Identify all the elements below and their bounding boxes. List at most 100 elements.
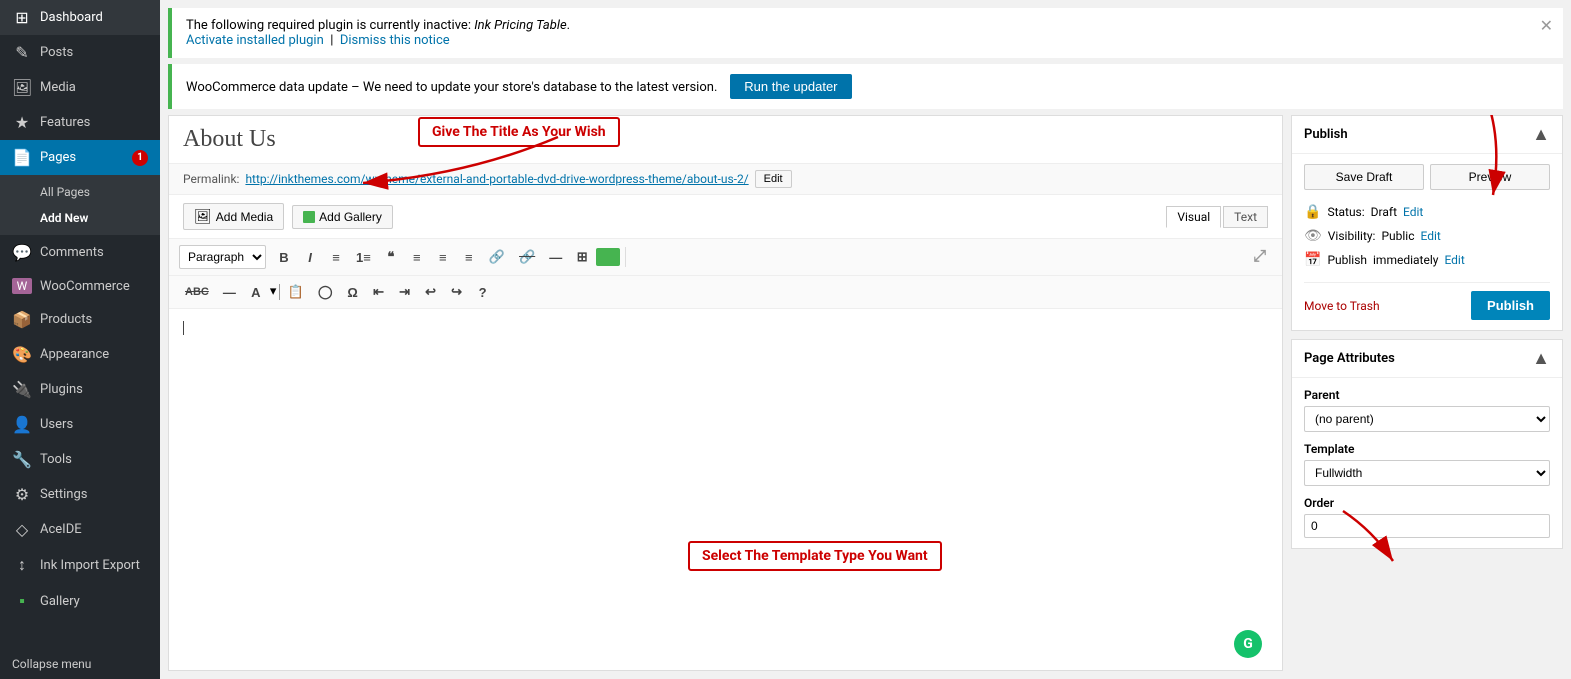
users-icon: 👤 [12, 415, 32, 434]
ol-button[interactable]: 1≡ [350, 246, 377, 269]
italic-button[interactable]: I [298, 246, 322, 269]
insert-more-button[interactable]: — [543, 246, 568, 269]
grammarly-icon[interactable]: G [1234, 630, 1262, 658]
sidebar-item-label: Plugins [40, 382, 83, 397]
page-attributes-toggle[interactable]: ▲ [1532, 348, 1550, 369]
editor-panel: Permalink: http://inkthemes.com/wptheme/… [168, 115, 1283, 671]
publish-box: Publish ▲ Save Draft Preview 🔒 Status: D… [1291, 115, 1563, 331]
publish-box-body: Save Draft Preview 🔒 Status: Draft Edit … [1292, 154, 1562, 330]
publish-button[interactable]: Publish [1471, 291, 1550, 320]
move-to-trash-link[interactable]: Move to Trash [1304, 299, 1380, 313]
activate-plugin-link[interactable]: Activate installed plugin [186, 33, 324, 48]
outdent-button[interactable]: ⇤ [367, 280, 391, 304]
status-label: Status: [1327, 205, 1364, 219]
visibility-edit-link[interactable]: Edit [1421, 229, 1441, 243]
sidebar-item-woocommerce[interactable]: W WooCommerce [0, 270, 160, 302]
align-right-button[interactable]: ≡ [457, 246, 481, 269]
text-color-dropdown[interactable]: ▾ [270, 284, 280, 300]
sidebar-item-label: Posts [40, 45, 73, 60]
close-notice-icon[interactable]: ✕ [1540, 16, 1553, 35]
sidebar-item-users[interactable]: 👤 Users [0, 407, 160, 442]
main-content: The following required plugin is current… [160, 0, 1571, 679]
sidebar-item-add-new[interactable]: Add New [0, 205, 160, 231]
sidebar-item-ink-import-export[interactable]: ↕ Ink Import Export [0, 547, 160, 583]
visibility-row: 👁 Visibility: Public Edit [1304, 224, 1550, 248]
status-row: 🔒 Status: Draft Edit [1304, 200, 1550, 224]
order-input[interactable] [1304, 514, 1550, 538]
template-select[interactable]: Fullwidth [1304, 460, 1550, 486]
sidebar-item-label: Comments [40, 245, 104, 260]
save-draft-button[interactable]: Save Draft [1304, 164, 1424, 190]
sidebar-item-label: Dashboard [40, 10, 103, 25]
visual-text-tabs: Visual Text [1166, 206, 1268, 228]
align-center-button[interactable]: ≡ [431, 246, 455, 269]
cursor-blink [183, 321, 184, 335]
sidebar-item-posts[interactable]: ✎ Posts [0, 35, 160, 70]
publish-timing-edit-link[interactable]: Edit [1444, 253, 1464, 267]
unlink-button[interactable]: 🔗 [513, 245, 541, 269]
sidebar-item-gallery[interactable]: ▪ Gallery [0, 583, 160, 619]
plugin-notice: The following required plugin is current… [168, 8, 1563, 58]
text-color-button[interactable]: A [244, 281, 268, 304]
woo-notice: WooCommerce data update – We need to upd… [168, 64, 1563, 109]
sidebar-item-label: Ink Import Export [40, 558, 140, 573]
sidebar-item-settings[interactable]: ⚙ Settings [0, 477, 160, 512]
sidebar-item-products[interactable]: 📦 Products [0, 302, 160, 337]
ul-button[interactable]: ≡ [324, 246, 348, 269]
add-gallery-button[interactable]: Add Gallery [292, 205, 393, 229]
sidebar-item-features[interactable]: ★ Features [0, 105, 160, 140]
add-media-button[interactable]: 🖼 Add Media [183, 203, 284, 230]
visibility-value: Public [1381, 229, 1414, 243]
bold-button[interactable]: B [272, 246, 296, 269]
fullscreen-button[interactable]: ⊞ [570, 245, 594, 269]
sidebar-item-aceide[interactable]: ◇ AceIDE [0, 512, 160, 547]
sidebar-item-plugins[interactable]: 🔌 Plugins [0, 372, 160, 407]
sidebar-item-label: Settings [40, 487, 87, 502]
dismiss-notice-link[interactable]: Dismiss this notice [340, 33, 450, 48]
strikethrough-button[interactable]: ABC [179, 282, 215, 302]
color-button[interactable] [596, 248, 620, 266]
permalink-url[interactable]: http://inkthemes.com/wptheme/external-an… [245, 172, 748, 186]
paragraph-select[interactable]: Paragraph [179, 245, 266, 269]
tab-visual[interactable]: Visual [1166, 206, 1221, 228]
status-edit-link[interactable]: Edit [1403, 205, 1423, 219]
sidebar-item-pages[interactable]: 📄 Pages 1 [0, 140, 160, 175]
sidebar-item-tools[interactable]: 🔧 Tools [0, 442, 160, 477]
sidebar-item-media[interactable]: 🖼 Media [0, 70, 160, 105]
align-left-button[interactable]: ≡ [405, 246, 429, 269]
editor-cursor [183, 319, 1268, 337]
sidebar-item-comments[interactable]: 💬 Comments [0, 235, 160, 270]
tab-text[interactable]: Text [1223, 206, 1268, 228]
publish-box-toggle[interactable]: ▲ [1532, 124, 1550, 145]
permalink-edit-button[interactable]: Edit [755, 170, 792, 188]
sidebar-item-dashboard[interactable]: ⊞ Dashboard [0, 0, 160, 35]
sidebar: ⊞ Dashboard ✎ Posts 🖼 Media ★ Features 📄… [0, 0, 160, 679]
horizontal-rule-button[interactable]: — [217, 281, 242, 304]
collapse-menu[interactable]: Collapse menu [0, 649, 160, 679]
paste-text-button[interactable]: 📋 [282, 280, 310, 304]
special-char-button[interactable]: Ω [341, 281, 365, 304]
editor-body[interactable]: G [169, 309, 1282, 670]
status-value: Draft [1371, 205, 1397, 219]
sidebar-item-label: Gallery [40, 594, 80, 609]
add-gallery-icon [303, 211, 315, 223]
redo-button[interactable]: ↪ [445, 280, 469, 304]
indent-button[interactable]: ⇥ [393, 280, 417, 304]
link-button[interactable]: 🔗 [483, 245, 511, 269]
features-icon: ★ [12, 113, 32, 132]
help-button[interactable]: ? [471, 281, 495, 304]
sidebar-item-appearance[interactable]: 🎨 Appearance [0, 337, 160, 372]
blockquote-button[interactable]: ❝ [379, 245, 403, 269]
expand-toolbar-button[interactable]: ⤢ [1247, 244, 1272, 270]
parent-select[interactable]: (no parent) [1304, 406, 1550, 432]
page-attributes-box: Page Attributes ▲ Parent (no parent) Tem… [1291, 339, 1563, 549]
page-title-input[interactable] [169, 116, 1282, 164]
undo-button[interactable]: ↩ [419, 280, 443, 304]
clear-formatting-button[interactable]: ◯ [312, 280, 339, 304]
run-updater-button[interactable]: Run the updater [730, 74, 851, 99]
publish-timing: immediately [1373, 253, 1438, 267]
preview-button[interactable]: Preview [1430, 164, 1550, 190]
sidebar-item-all-pages[interactable]: All Pages [0, 179, 160, 205]
sidebar-item-label: Features [40, 115, 90, 130]
publish-box-header: Publish ▲ [1292, 116, 1562, 154]
